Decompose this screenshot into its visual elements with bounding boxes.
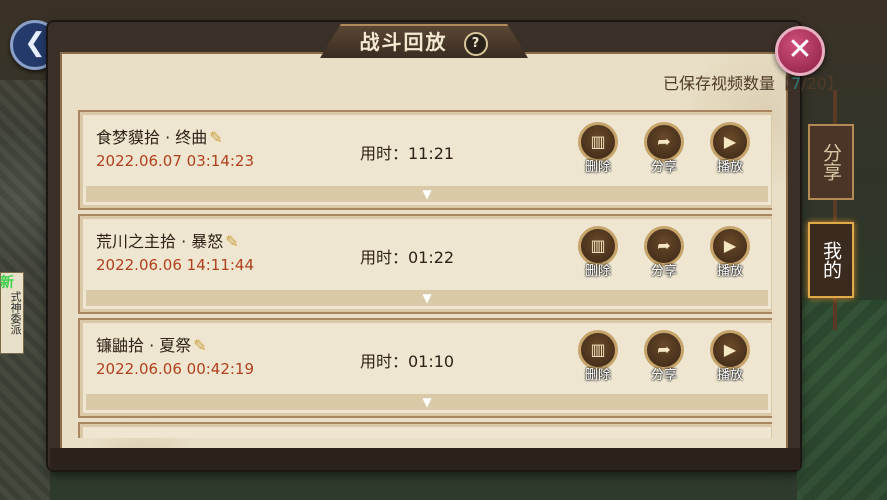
pencil-icon[interactable]: ✎ <box>209 128 222 147</box>
expand-strip[interactable]: ▼ <box>86 186 768 202</box>
share-button[interactable]: ➦ 分享 <box>642 226 686 279</box>
delete-button[interactable]: ▥ 删除 <box>576 226 620 279</box>
share-button[interactable]: ➦ 分享 <box>642 330 686 383</box>
chevron-down-icon: ▼ <box>422 187 432 201</box>
replay-list: 食梦貘拾 · 终曲 ✎ 2022.06.07 03:14:23 用时：11:21 … <box>78 110 772 438</box>
saved-video-count: 已保存视频数量【7/20】 <box>663 70 843 94</box>
play-label: 播放 <box>716 264 743 279</box>
chevron-down-icon: ▼ <box>422 395 432 409</box>
tab-share[interactable]: 分享 <box>808 124 854 200</box>
panel-title-row: 战斗回放 ? <box>48 26 800 56</box>
replay-duration: 用时：11:21 <box>360 144 455 163</box>
share-label: 分享 <box>650 368 677 383</box>
pencil-icon[interactable]: ✎ <box>193 336 206 355</box>
replay-name: 食梦貘拾 · 终曲 <box>96 128 208 147</box>
replay-name-row: 镰鼬拾 · 夏祭 ✎ <box>96 332 207 356</box>
saved-count-label: 已保存视频数量【 <box>663 74 792 93</box>
replay-date: 2022.06.06 00:42:19 <box>96 360 255 378</box>
delete-label: 删除 <box>584 160 611 175</box>
expand-strip[interactable]: ▼ <box>86 290 768 306</box>
replay-date: 2022.06.07 03:14:23 <box>96 152 255 170</box>
replay-card: 荒川之主拾 · 暴怒 ✎ 2022.06.06 14:11:44 用时：01:22… <box>78 214 772 314</box>
expand-strip[interactable]: ▼ <box>86 394 768 410</box>
play-button[interactable]: ▶ 播放 <box>708 226 752 279</box>
pencil-icon[interactable]: ✎ <box>225 232 238 251</box>
tab-mine[interactable]: 我的 <box>808 222 854 298</box>
replay-card-partial <box>78 422 772 438</box>
play-button[interactable]: ▶ 播放 <box>708 122 752 175</box>
replay-name: 镰鼬拾 · 夏祭 <box>96 336 192 355</box>
side-new-badge: 新 <box>0 275 14 291</box>
help-icon[interactable]: ? <box>464 31 489 56</box>
panel-bottom-bar <box>50 448 800 470</box>
replay-card: 镰鼬拾 · 夏祭 ✎ 2022.06.06 00:42:19 用时：01:10 ▥… <box>78 318 772 418</box>
play-label: 播放 <box>716 368 743 383</box>
share-button[interactable]: ➦ 分享 <box>642 122 686 175</box>
chevron-left-icon: ❮ <box>24 28 46 58</box>
delete-label: 删除 <box>584 264 611 279</box>
close-button[interactable]: ✕ <box>775 26 825 76</box>
play-button[interactable]: ▶ 播放 <box>708 330 752 383</box>
replay-name: 荒川之主拾 · 暴怒 <box>96 232 224 251</box>
replay-card: 食梦貘拾 · 终曲 ✎ 2022.06.07 03:14:23 用时：11:21 … <box>78 110 772 210</box>
panel-title: 战斗回放 <box>359 30 448 54</box>
chevron-down-icon: ▼ <box>422 291 432 305</box>
saved-count-value: 7 <box>791 74 802 93</box>
share-label: 分享 <box>650 160 677 175</box>
replay-name-row: 食梦貘拾 · 终曲 ✎ <box>96 124 223 148</box>
delete-button[interactable]: ▥ 删除 <box>576 330 620 383</box>
play-label: 播放 <box>716 160 743 175</box>
share-label: 分享 <box>650 264 677 279</box>
delete-label: 删除 <box>584 368 611 383</box>
replay-name-row: 荒川之主拾 · 暴怒 ✎ <box>96 228 239 252</box>
replay-duration: 用时：01:22 <box>360 248 455 267</box>
delete-button[interactable]: ▥ 删除 <box>576 122 620 175</box>
replay-duration: 用时：01:10 <box>360 352 455 371</box>
close-icon: ✕ <box>787 32 813 67</box>
background-scenery-right <box>797 300 887 500</box>
replay-date: 2022.06.06 14:11:44 <box>96 256 255 274</box>
